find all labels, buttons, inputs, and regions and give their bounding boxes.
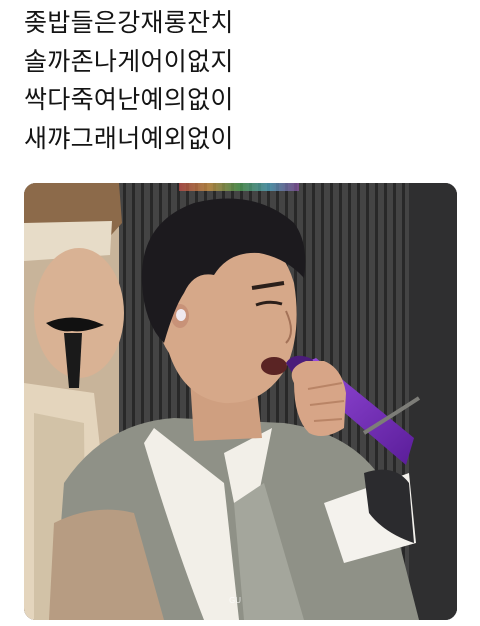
post-text: 좆밥들은강재롱잔치 솔까존나게어이없지 싹다죽여난예의없이 새꺄그래너예외없이 bbox=[24, 4, 464, 158]
video-watermark: GU bbox=[229, 596, 242, 605]
post-line-3: 싹다죽여난예의없이 bbox=[24, 85, 234, 114]
stage-photo bbox=[24, 183, 457, 620]
post-line-1: 좆밥들은강재롱잔치 bbox=[24, 8, 234, 37]
post-line-2: 솔까존나게어이없지 bbox=[24, 46, 234, 76]
media-image[interactable]: GU bbox=[24, 183, 457, 620]
post-line-4: 새꺄그래너예외없이 bbox=[24, 123, 234, 153]
